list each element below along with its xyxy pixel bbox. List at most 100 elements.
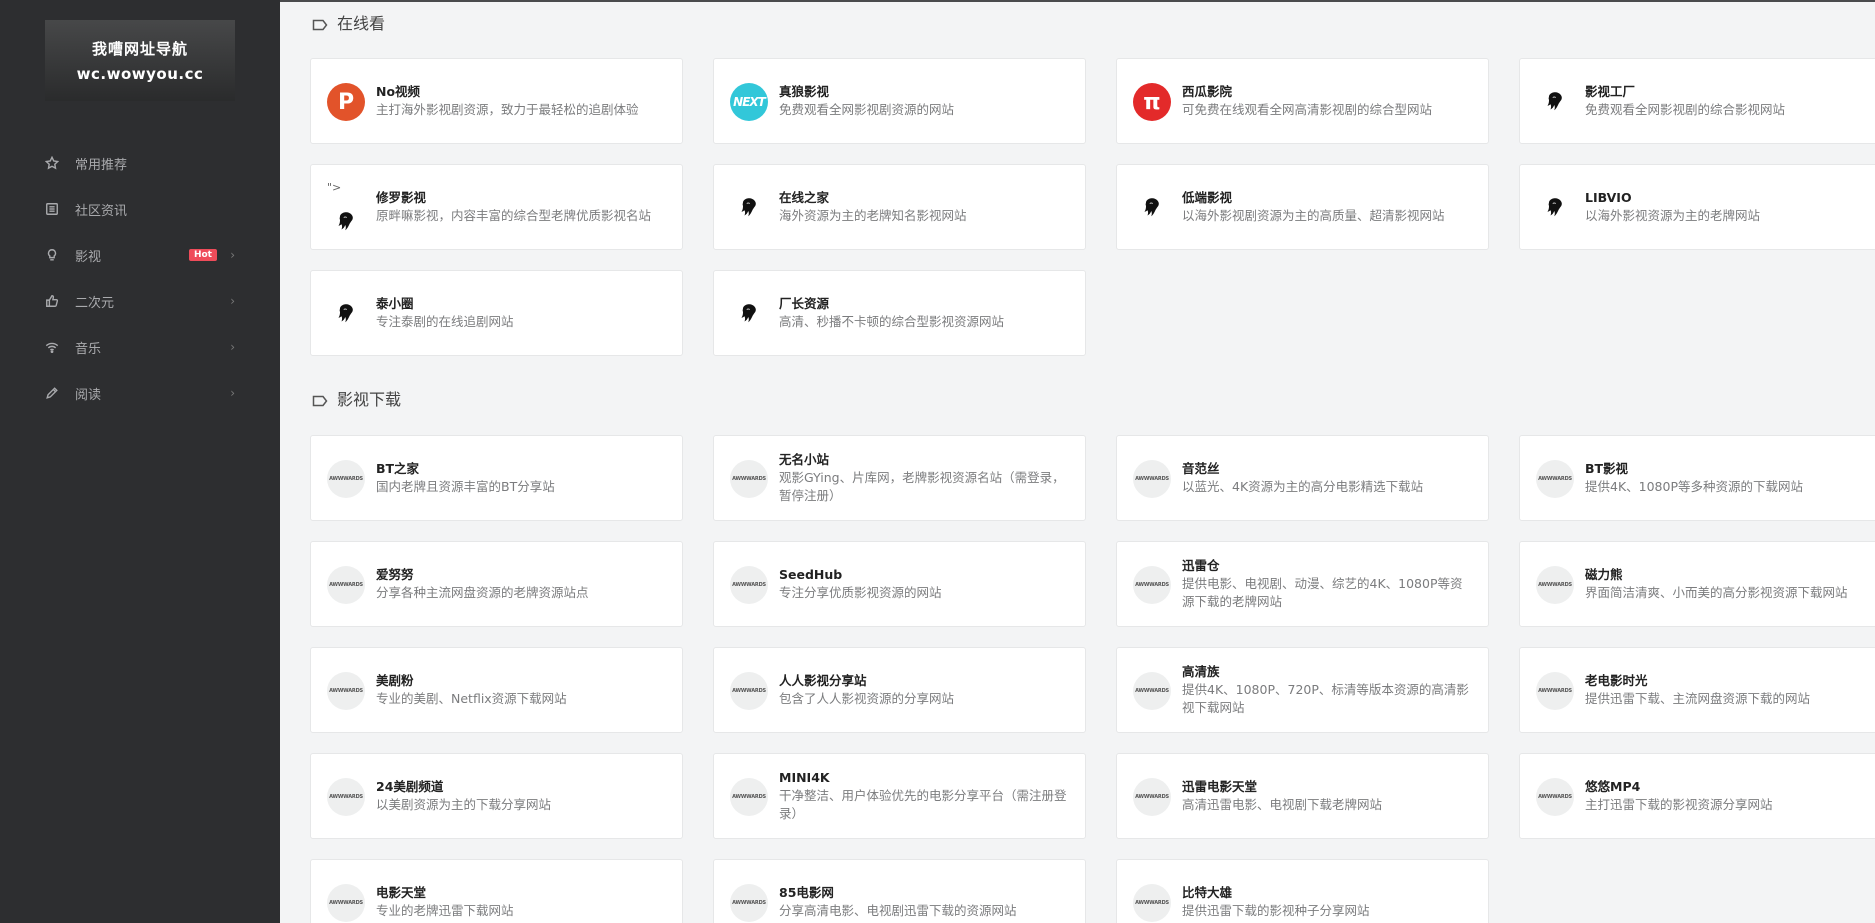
site-card[interactable]: "> 修罗影视 原畔嘛影视，内容丰富的综合型老牌优质影视名站 (310, 164, 683, 250)
card-text: 无名小站 观影GYing、片库网，老牌影视资源名站（需登录，暂停注册） (779, 436, 1067, 520)
card-description: 分享高清电影、电视剧迅雷下载的资源网站 (779, 903, 1017, 918)
site-card[interactable]: NEXT 真狼影视免费观看全网影视剧资源的网站 (713, 58, 1086, 144)
site-card[interactable]: AWWWARDS 爱努努 分享各种主流网盘资源的老牌资源站点 (310, 541, 683, 627)
card-description: 高清迅雷电影、电视剧下载老牌网站 (1182, 797, 1383, 812)
jellyfish-icon (730, 295, 768, 333)
card-description: 提供4K、1080P等多种资源的下载网站 (1585, 479, 1803, 494)
card-text: 24美剧频道 以美剧资源为主的下载分享网站 (376, 754, 664, 838)
site-card[interactable]: LIBVIO 以海外影视资源为主的老牌网站 (1519, 164, 1875, 250)
site-card[interactable]: AWWWARDS 85电影网 分享高清电影、电视剧迅雷下载的资源网站 (713, 859, 1086, 923)
site-card[interactable]: AWWWARDS 比特大雄 提供迅雷下载的影视种子分享网站 (1116, 859, 1489, 923)
card-description: 以蓝光、4K资源为主的高分电影精选下载站 (1182, 479, 1424, 494)
awwwards-icon: AWWWARDS (1536, 566, 1574, 604)
site-card[interactable]: AWWWARDS 高清族 提供4K、1080P、720P、标清等版本资源的高清影视下… (1116, 647, 1489, 733)
sidebar-item-label: 阅读 (75, 387, 102, 403)
site-card[interactable]: AWWWARDS 老电影时光 提供迅雷下载、主流网盘资源下载的网站 (1519, 647, 1875, 733)
site-card[interactable]: 厂长资源 高清、秒播不卡顿的综合型影视资源网站 (713, 270, 1086, 356)
site-card[interactable]: AWWWARDS 无名小站 观影GYing、片库网，老牌影视资源名站（需登录，暂停注… (713, 435, 1086, 521)
sidebar-item-video[interactable]: 影视 Hot › (45, 232, 235, 278)
card-description: 观影GYing、片库网，老牌影视资源名站（需登录，暂停注册） (779, 470, 1065, 503)
site-card[interactable]: 泰小圈 专注泰剧的在线追剧网站 (310, 270, 683, 356)
jellyfish-icon (327, 203, 365, 241)
card-text: 在线之家 海外资源为主的老牌知名影视网站 (779, 165, 1067, 249)
card-title: No视频 (376, 84, 421, 99)
site-logo[interactable]: 我嘈网址导航 wc.wowyou.cc (45, 20, 235, 101)
card-text: 西瓜影院 可免费在线观看全网高清影视剧的综合型网站 (1182, 59, 1470, 143)
site-card[interactable]: AWWWARDS SeedHub 专注分享优质影视资源的网站 (713, 541, 1086, 627)
card-title: 迅雷仓 (1182, 558, 1220, 573)
card-description: 以海外影视资源为主的老牌网站 (1585, 208, 1761, 223)
site-card[interactable]: AWWWARDS 迅雷电影天堂 高清迅雷电影、电视剧下载老牌网站 (1116, 753, 1489, 839)
section-title-text: 在线看 (337, 14, 386, 33)
pencil-icon (45, 386, 59, 400)
site-card[interactable]: AWWWARDS 迅雷仓 提供电影、电视剧、动漫、综艺的4K、1080P等资源下载的… (1116, 541, 1489, 627)
card-description: 提供电影、电视剧、动漫、综艺的4K、1080P等资源下载的老牌网站 (1182, 576, 1463, 609)
site-card[interactable]: 低端影视 以海外影视剧资源为主的高质量、超清影视网站 (1116, 164, 1489, 250)
card-title: 老电影时光 (1585, 673, 1648, 688)
site-card[interactable]: 影视工厂 免费观看全网影视剧的综合影视网站 (1519, 58, 1875, 144)
site-card[interactable]: AWWWARDS 人人影视分享站 包含了人人影视资源的分享网站 (713, 647, 1086, 733)
site-card[interactable]: AWWWARDS 悠悠MP4 主打迅雷下载的影视资源分享网站 (1519, 753, 1875, 839)
jellyfish-icon (1536, 189, 1574, 227)
card-text: 爱努努 分享各种主流网盘资源的老牌资源站点 (376, 542, 664, 626)
site-card[interactable]: AWWWARDS MINI4K 干净整洁、用户体验优先的电影分享平台（需注册登录） (713, 753, 1086, 839)
card-text: 厂长资源 高清、秒播不卡顿的综合型影视资源网站 (779, 271, 1067, 355)
card-title: BT影视 (1585, 461, 1629, 476)
card-text: 修罗影视 原畔嘛影视，内容丰富的综合型老牌优质影视名站 (376, 165, 664, 249)
card-description: 界面简洁清爽、小而美的高分影视资源下载网站 (1585, 585, 1848, 600)
sidebar-item-common[interactable]: 常用推荐 (45, 140, 235, 186)
card-description: 高清、秒播不卡顿的综合型影视资源网站 (779, 314, 1005, 329)
awwwards-icon: AWWWARDS (730, 566, 768, 604)
site-card[interactable]: AWWWARDS 24美剧频道 以美剧资源为主的下载分享网站 (310, 753, 683, 839)
site-card[interactable]: AWWWARDS 电影天堂 专业的老牌迅雷下载网站 (310, 859, 683, 923)
awwwards-icon: AWWWARDS (1536, 778, 1574, 816)
sidebar-item-reading[interactable]: 阅读 › (45, 370, 235, 416)
site-card[interactable]: AWWWARDS 音范丝 以蓝光、4K资源为主的高分电影精选下载站 (1116, 435, 1489, 521)
card-description: 可免费在线观看全网高清影视剧的综合型网站 (1182, 102, 1433, 117)
sidebar-item-anime[interactable]: 二次元 › (45, 278, 235, 324)
card-title: 低端影视 (1182, 190, 1233, 205)
card-text: 低端影视 以海外影视剧资源为主的高质量、超清影视网站 (1182, 165, 1470, 249)
card-text: 人人影视分享站 包含了人人影视资源的分享网站 (779, 648, 1067, 732)
card-text: 音范丝以蓝光、4K资源为主的高分电影精选下载站 (1182, 436, 1470, 520)
card-text: SeedHub 专注分享优质影视资源的网站 (779, 542, 1067, 626)
chevron-right-icon: › (230, 340, 235, 354)
site-card[interactable]: 在线之家 海外资源为主的老牌知名影视网站 (713, 164, 1086, 250)
newspaper-icon (45, 202, 59, 216)
awwwards-icon: AWWWARDS (327, 460, 365, 498)
next-logo-icon: NEXT (730, 83, 768, 121)
card-text: 迅雷电影天堂 高清迅雷电影、电视剧下载老牌网站 (1182, 754, 1470, 838)
lightbulb-icon (45, 248, 59, 262)
card-title: 人人影视分享站 (779, 673, 867, 688)
jellyfish-icon (1536, 83, 1574, 121)
site-card[interactable]: π 西瓜影院 可免费在线观看全网高清影视剧的综合型网站 (1116, 58, 1489, 144)
card-description: 以美剧资源为主的下载分享网站 (376, 797, 552, 812)
awwwards-icon: AWWWARDS (1133, 672, 1171, 710)
card-title: 真狼影视 (779, 84, 830, 99)
card-description: 提供迅雷下载的影视种子分享网站 (1182, 903, 1370, 918)
card-description: 干净整洁、用户体验优先的电影分享平台（需注册登录） (779, 788, 1067, 821)
site-card[interactable]: AWWWARDS BT影视提供4K、1080P等多种资源的下载网站 (1519, 435, 1875, 521)
card-description: 免费观看全网影视剧资源的网站 (779, 102, 955, 117)
card-title: 高清族 (1182, 664, 1220, 679)
awwwards-icon: AWWWARDS (730, 460, 768, 498)
card-title: 悠悠MP4 (1585, 779, 1641, 794)
card-title: MINI4K (779, 770, 830, 785)
card-text: 迅雷仓提供电影、电视剧、动漫、综艺的4K、1080P等资源下载的老牌网站 (1182, 542, 1470, 626)
card-text: MINI4K 干净整洁、用户体验优先的电影分享平台（需注册登录） (779, 754, 1067, 838)
site-card[interactable]: P No视频 主打海外影视剧资源，致力于最轻松的追剧体验 (310, 58, 683, 144)
site-card[interactable]: AWWWARDS 美剧粉 专业的美剧、Netflix资源下载网站 (310, 647, 683, 733)
chevron-right-icon: › (230, 248, 235, 262)
sidebar-item-news[interactable]: 社区资讯 (45, 186, 235, 232)
card-title: 修罗影视 (376, 190, 427, 205)
site-card[interactable]: AWWWARDS BT之家 国内老牌且资源丰富的BT分享站 (310, 435, 683, 521)
card-text: 高清族 提供4K、1080P、720P、标清等版本资源的高清影视下载网站 (1182, 648, 1470, 732)
card-description: 提供迅雷下载、主流网盘资源下载的网站 (1585, 691, 1811, 706)
awwwards-icon: AWWWARDS (327, 778, 365, 816)
awwwards-icon: AWWWARDS (1536, 460, 1574, 498)
card-title: 音范丝 (1182, 461, 1220, 476)
sidebar-item-music[interactable]: 音乐 › (45, 324, 235, 370)
site-card[interactable]: AWWWARDS 磁力熊 界面简洁清爽、小而美的高分影视资源下载网站 (1519, 541, 1875, 627)
jellyfish-icon (1133, 189, 1171, 227)
card-description: 专注泰剧的在线追剧网站 (376, 314, 514, 329)
